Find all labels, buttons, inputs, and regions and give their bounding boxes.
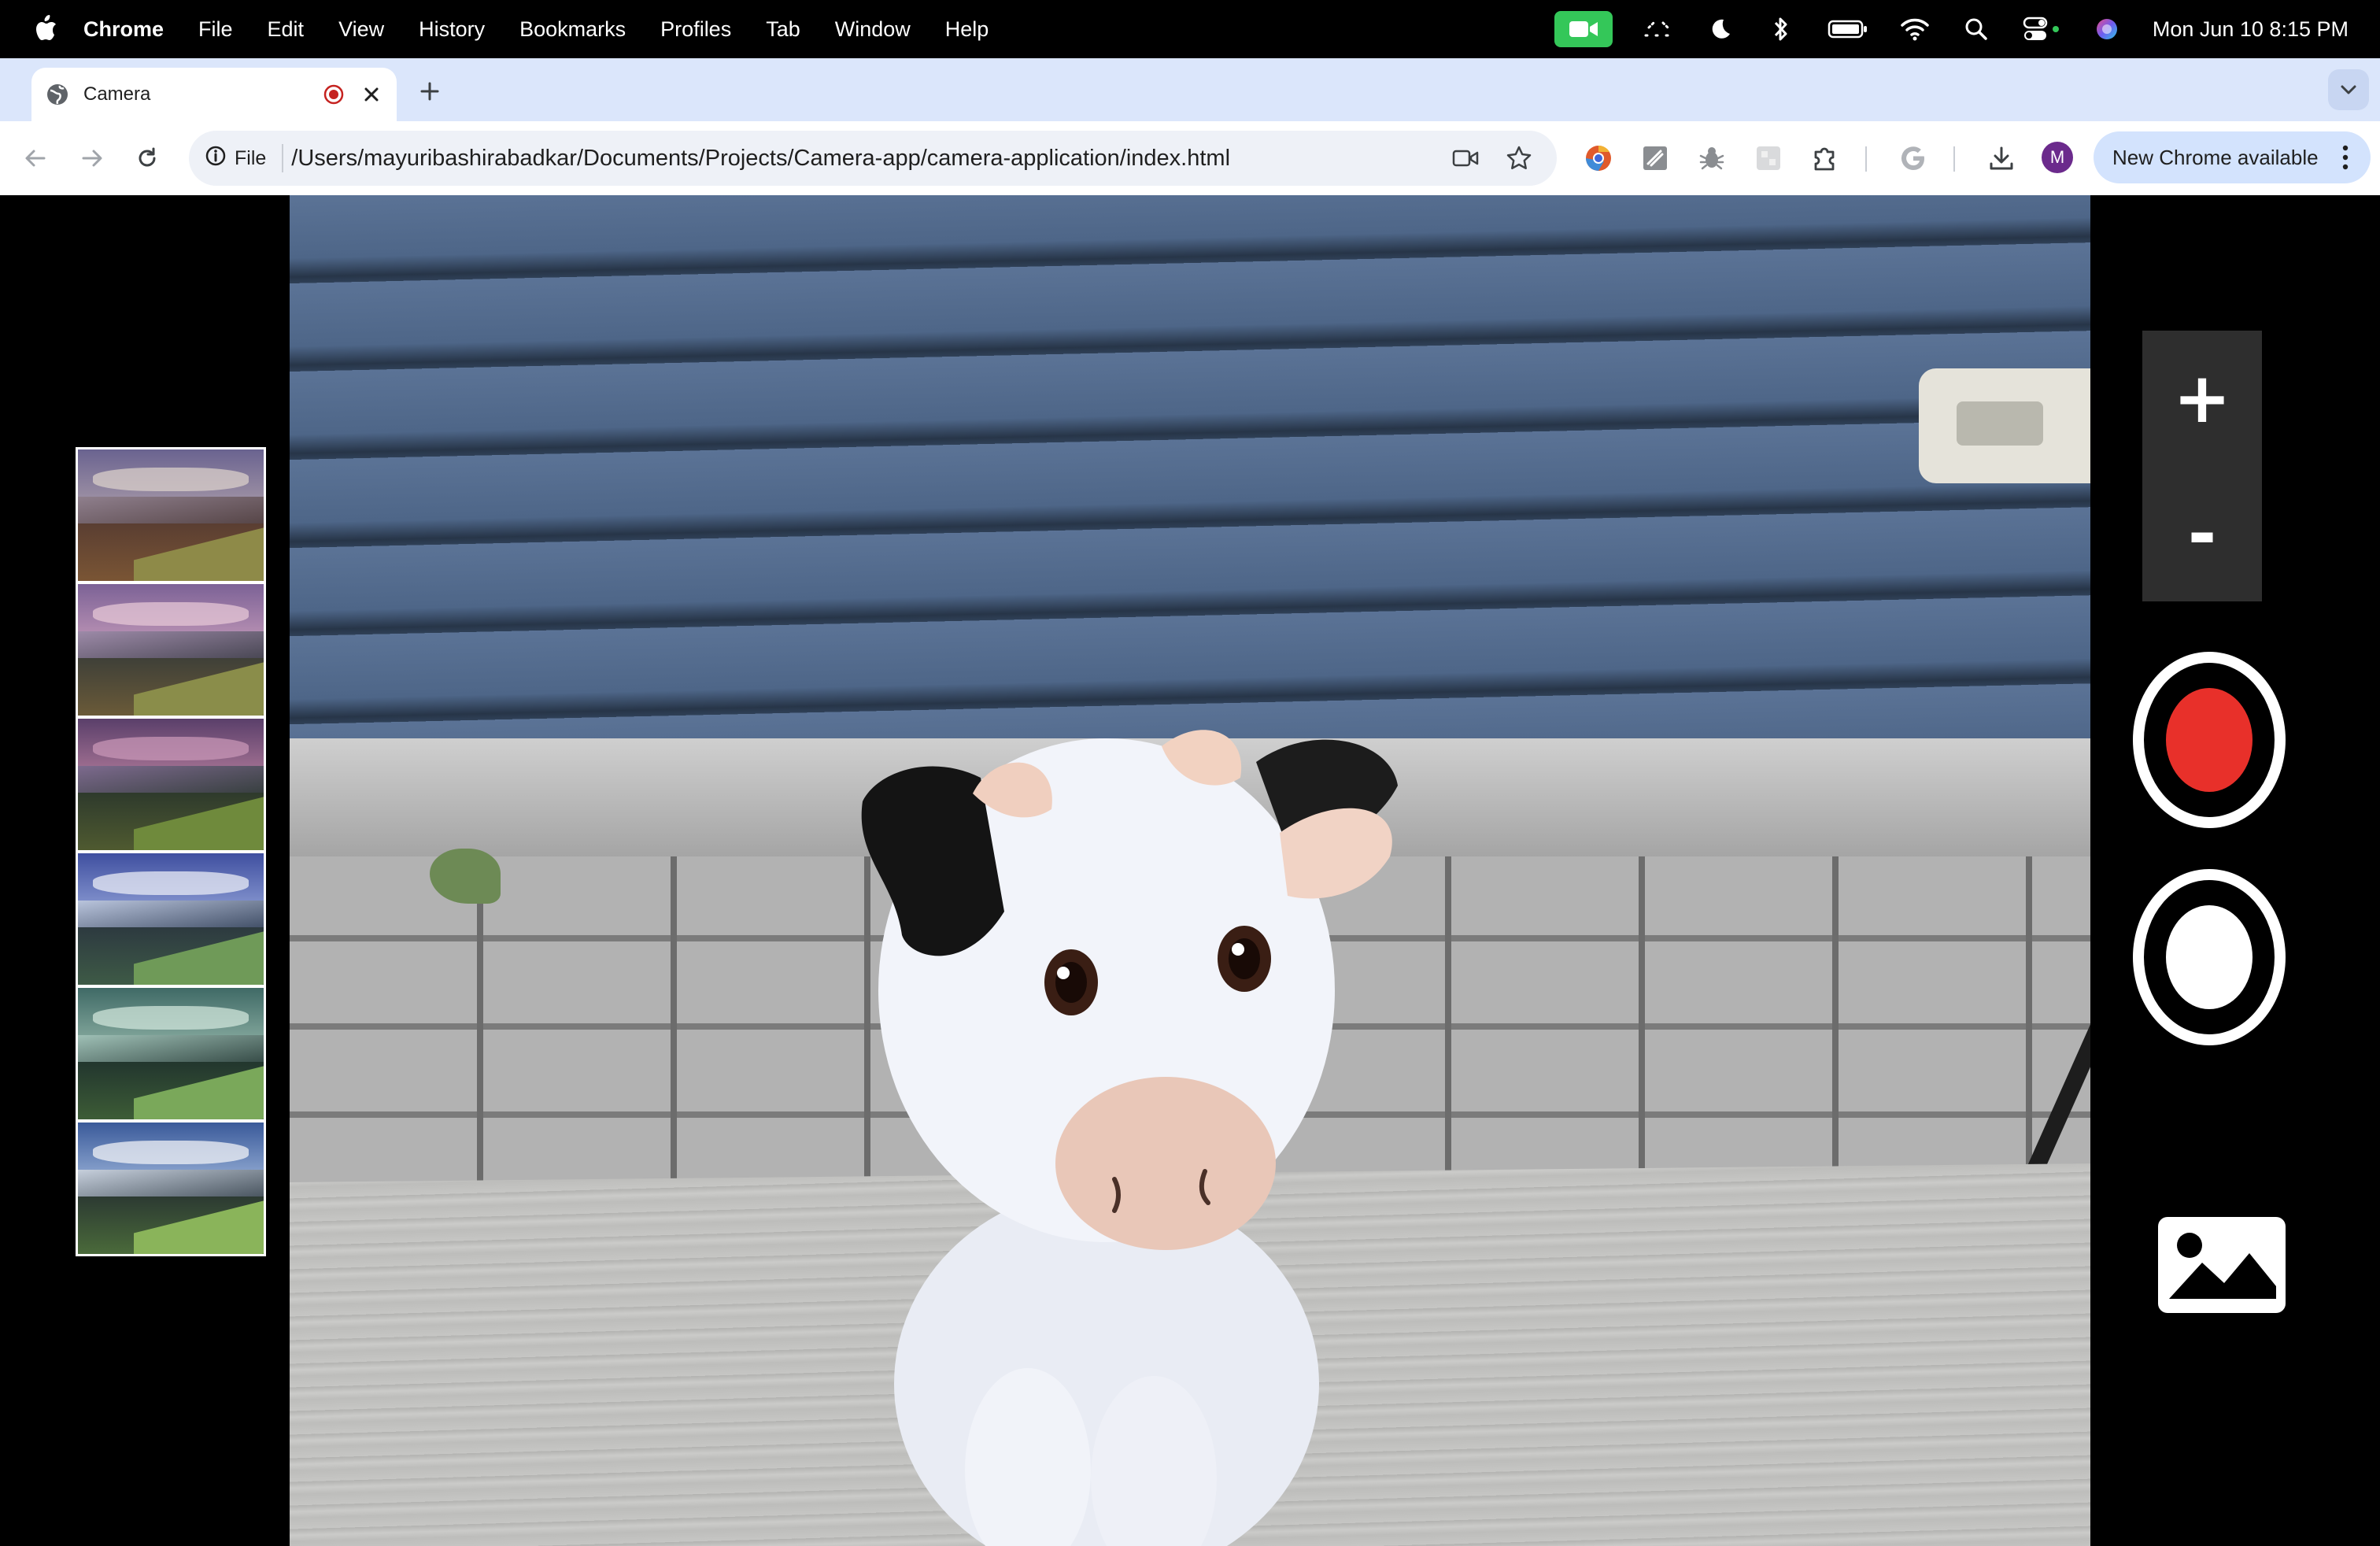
filter-thumbnail-cool-blue[interactable] xyxy=(78,853,264,985)
browser-tab-strip: Camera xyxy=(0,58,2380,121)
blurred-ext-icon[interactable] xyxy=(1752,142,1785,175)
viewfinder-siding xyxy=(290,195,2090,746)
record-dot-icon xyxy=(2166,688,2252,792)
control-center-icon[interactable] xyxy=(2022,13,2061,45)
back-arrow-icon[interactable] xyxy=(19,142,52,175)
chromium-ext-icon[interactable] xyxy=(1582,142,1615,175)
menubar-clock[interactable]: Mon Jun 10 8:15 PM xyxy=(2153,17,2349,42)
menu-help[interactable]: Help xyxy=(945,17,989,42)
menu-bookmarks[interactable]: Bookmarks xyxy=(519,17,626,42)
image-gallery-icon xyxy=(2158,1217,2286,1313)
menu-tab[interactable]: Tab xyxy=(766,17,800,42)
download-icon[interactable] xyxy=(1985,142,2018,175)
browser-toolbar: File /Users/mayuribashirabadkar/Document… xyxy=(0,121,2380,195)
google-icon[interactable] xyxy=(1897,142,1930,175)
wifi-icon[interactable] xyxy=(1899,13,1931,45)
toolbar-divider xyxy=(1865,146,1867,172)
new-tab-button[interactable] xyxy=(414,76,445,107)
siri-icon[interactable] xyxy=(2091,13,2123,45)
status-area: Mon Jun 10 8:15 PM xyxy=(1554,0,2349,58)
forward-arrow-icon[interactable] xyxy=(76,142,109,175)
tab-title: Camera xyxy=(83,83,151,105)
filter-thumbnail-violet-dusk[interactable] xyxy=(78,719,264,850)
filter-thumbnail-pink-dusk[interactable] xyxy=(78,584,264,716)
spotlight-search-icon[interactable] xyxy=(1961,13,1992,45)
battery-icon[interactable] xyxy=(1827,13,1869,45)
toolbar-divider xyxy=(1953,146,1955,172)
info-icon xyxy=(205,145,227,172)
bluetooth-icon[interactable] xyxy=(1765,13,1797,45)
zoom-out-button[interactable]: - xyxy=(2142,466,2262,601)
globe-icon xyxy=(46,83,69,106)
site-info-chip[interactable]: File xyxy=(205,145,266,172)
filter-thumbnail-strip xyxy=(76,447,266,1256)
camera-viewfinder xyxy=(290,195,2090,1546)
apple-logo-icon[interactable] xyxy=(31,13,58,45)
url-text[interactable]: /Users/mayuribashirabadkar/Documents/Pro… xyxy=(291,146,1450,172)
tab-camera[interactable]: Camera xyxy=(31,68,397,121)
menu-file[interactable]: File xyxy=(198,17,233,42)
open-gallery-button[interactable] xyxy=(2158,1217,2286,1313)
menu-history[interactable]: History xyxy=(419,17,485,42)
plush-cow-toy xyxy=(861,730,1398,1546)
bookmark-star-icon[interactable] xyxy=(1503,142,1535,174)
zoom-controls: + - xyxy=(2142,331,2262,601)
stage-manager-icon[interactable] xyxy=(1643,13,1674,45)
shutter-dot-icon xyxy=(2166,905,2252,1009)
camera-app-page: + - xyxy=(0,195,2380,1546)
chip-divider xyxy=(282,144,284,172)
menu-app-name[interactable]: Chrome xyxy=(83,17,164,42)
viewfinder-outlet-cover xyxy=(1957,401,2043,446)
update-label: New Chrome available xyxy=(2112,145,2319,169)
bug-ext-icon[interactable] xyxy=(1695,142,1728,175)
puzzle-extensions-icon[interactable] xyxy=(1809,142,1842,175)
take-photo-button[interactable] xyxy=(2133,869,2286,1045)
recording-icon xyxy=(323,83,345,105)
chrome-update-button[interactable]: New Chrome available xyxy=(2094,131,2371,183)
site-info-label: File xyxy=(235,146,267,169)
reload-icon[interactable] xyxy=(131,142,164,175)
tab-search-button[interactable] xyxy=(2328,69,2369,110)
address-bar[interactable]: File /Users/mayuribashirabadkar/Document… xyxy=(189,131,1557,186)
camera-in-use-icon[interactable] xyxy=(1554,11,1613,47)
scribble-ext-icon[interactable] xyxy=(1639,142,1672,175)
filter-thumbnail-warm-sepia[interactable] xyxy=(78,449,264,581)
profile-avatar[interactable]: M xyxy=(2042,142,2073,173)
filter-thumbnail-teal[interactable] xyxy=(78,988,264,1119)
zoom-in-button[interactable]: + xyxy=(2142,331,2262,466)
macos-menu-bar: Chrome File Edit View History Bookmarks … xyxy=(0,0,2380,58)
filter-thumbnail-natural[interactable] xyxy=(78,1123,264,1254)
tab-close-icon[interactable] xyxy=(360,83,382,105)
record-video-button[interactable] xyxy=(2133,652,2286,828)
focus-moon-icon[interactable] xyxy=(1704,13,1735,45)
menu-profiles[interactable]: Profiles xyxy=(660,17,731,42)
menu-edit[interactable]: Edit xyxy=(268,17,305,42)
menu-window[interactable]: Window xyxy=(835,17,911,42)
more-menu-icon[interactable] xyxy=(2338,144,2353,171)
camera-permission-icon[interactable] xyxy=(1450,142,1481,174)
menu-view[interactable]: View xyxy=(338,17,384,42)
